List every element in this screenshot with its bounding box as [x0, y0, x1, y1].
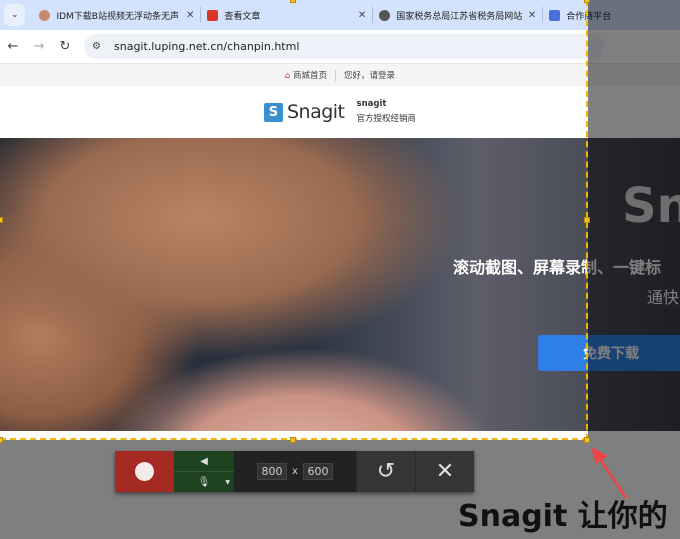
arrow-annotation: [591, 447, 628, 499]
resize-handle[interactable]: [584, 437, 590, 443]
resize-handle[interactable]: [584, 0, 590, 3]
dim-overlay: [588, 0, 680, 440]
times-label: x: [292, 466, 298, 477]
capture-selection[interactable]: [0, 0, 588, 440]
record-button[interactable]: [115, 451, 174, 492]
capture-toolbar: ◀ 🎙 ▼ 800 x 600 ↺ ✕: [115, 451, 474, 492]
resize-handle[interactable]: [584, 217, 590, 223]
record-icon: [135, 462, 154, 481]
close-button[interactable]: ✕: [415, 451, 474, 492]
resize-handle[interactable]: [0, 217, 3, 223]
height-input[interactable]: 600: [302, 463, 333, 480]
resize-handle[interactable]: [290, 437, 296, 443]
chevron-down-icon[interactable]: ▼: [225, 479, 230, 486]
audio-controls: ◀ 🎙 ▼: [174, 451, 234, 492]
restart-icon: ↺: [376, 459, 396, 484]
section-title: Snagit 让你的: [458, 499, 668, 534]
resize-handle[interactable]: [290, 0, 296, 3]
restart-button[interactable]: ↺: [356, 451, 415, 492]
dimensions: 800 x 600: [234, 451, 356, 492]
speaker-icon: ◀: [200, 455, 208, 467]
microphone-icon: 🎙: [197, 476, 211, 488]
microphone-toggle[interactable]: 🎙 ▼: [174, 472, 234, 492]
close-icon: ✕: [435, 459, 455, 484]
width-input[interactable]: 800: [257, 463, 288, 480]
resize-handle[interactable]: [0, 437, 3, 443]
system-audio-toggle[interactable]: ◀: [174, 451, 234, 472]
